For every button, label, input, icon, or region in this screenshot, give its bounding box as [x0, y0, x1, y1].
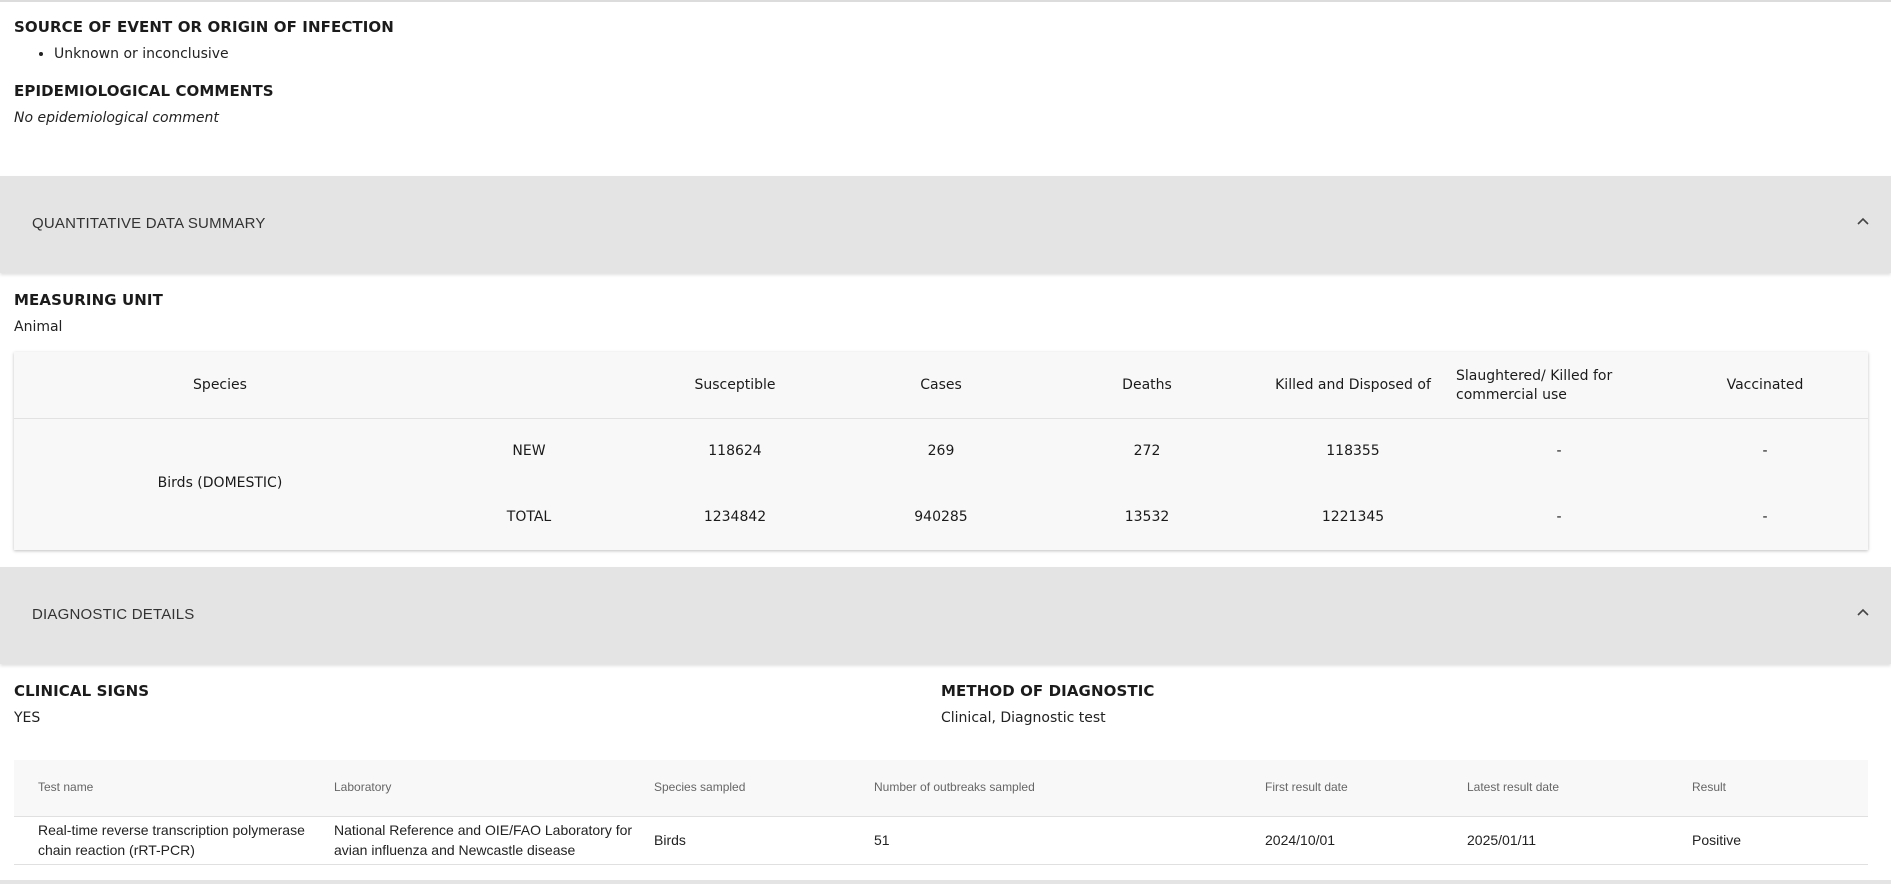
- epi-heading: EPIDEMIOLOGICAL COMMENTS: [14, 82, 274, 100]
- measuring-unit-heading: MEASURING UNIT: [14, 291, 163, 309]
- cell-species: Birds: [654, 832, 686, 848]
- diagnostic-table: Test name Laboratory Species sampled Num…: [14, 760, 1868, 865]
- clinical-signs-heading: CLINICAL SIGNS: [14, 682, 150, 700]
- row-divider: [14, 864, 1868, 865]
- cell-outbreaks: 51: [874, 832, 890, 848]
- new-vaccinated: -: [1762, 443, 1768, 459]
- species-cell: Birds (DOMESTIC): [157, 475, 283, 491]
- new-susceptible: 118624: [708, 443, 762, 459]
- col-susceptible: Susceptible: [694, 377, 776, 393]
- cell-test-name: Real-time reverse transcription polymera…: [38, 822, 305, 858]
- col-vaccinated: Vaccinated: [1726, 377, 1804, 393]
- col-test-name: Test name: [38, 780, 94, 794]
- col-species-sampled: Species sampled: [654, 780, 746, 794]
- total-cases: 940285: [914, 509, 968, 525]
- new-deaths: 272: [1133, 443, 1161, 459]
- bottom-divider: [0, 880, 1891, 884]
- row-label-total: TOTAL: [506, 509, 552, 525]
- chevron-up-icon[interactable]: [1855, 214, 1871, 230]
- col-deaths: Deaths: [1122, 377, 1172, 393]
- source-list: Unknown or inconclusive: [34, 46, 229, 62]
- top-divider: [0, 0, 1891, 2]
- col-first-date: First result date: [1265, 780, 1348, 794]
- measuring-unit-value: Animal: [14, 319, 63, 335]
- new-killed: 118355: [1326, 443, 1380, 459]
- cell-laboratory: National Reference and OIE/FAO Laborator…: [334, 822, 633, 858]
- total-vaccinated: -: [1762, 509, 1768, 525]
- method-value: Clinical, Diagnostic test: [941, 710, 1106, 726]
- chevron-up-icon[interactable]: [1855, 605, 1871, 621]
- table-divider: [14, 418, 1868, 419]
- total-killed: 1221345: [1321, 509, 1385, 525]
- col-cases: Cases: [920, 377, 962, 393]
- diagnostic-title: DIAGNOSTIC DETAILS: [32, 606, 195, 623]
- clinical-signs-value: YES: [14, 710, 41, 726]
- row-label-new: NEW: [512, 443, 546, 459]
- cell-first-date: 2024/10/01: [1265, 832, 1336, 848]
- cell-result: Positive: [1692, 832, 1742, 848]
- source-item: Unknown or inconclusive: [54, 46, 229, 62]
- col-killed: Killed and Disposed of: [1275, 377, 1431, 393]
- col-latest-date: Latest result date: [1467, 780, 1560, 794]
- epi-text: No epidemiological comment: [14, 110, 219, 126]
- diagnostic-accordion-header[interactable]: DIAGNOSTIC DETAILS: [0, 567, 1891, 664]
- col-result: Result: [1692, 780, 1727, 794]
- quantitative-accordion-header[interactable]: QUANTITATIVE DATA SUMMARY: [0, 176, 1891, 273]
- total-susceptible: 1234842: [703, 509, 767, 525]
- col-species: Species: [193, 377, 247, 393]
- method-heading: METHOD OF DIAGNOSTIC: [941, 682, 1155, 700]
- col-outbreaks: Number of outbreaks sampled: [874, 780, 1035, 794]
- new-slaughtered: -: [1556, 443, 1562, 459]
- new-cases: 269: [927, 443, 955, 459]
- quantitative-title: QUANTITATIVE DATA SUMMARY: [32, 215, 266, 232]
- source-heading: SOURCE OF EVENT OR ORIGIN OF INFECTION: [14, 18, 394, 36]
- total-slaughtered: -: [1556, 509, 1562, 525]
- col-laboratory: Laboratory: [334, 780, 392, 794]
- cell-latest-date: 2025/01/11: [1467, 832, 1537, 848]
- col-slaughtered: Slaughtered/ Killed for commercial use: [1456, 368, 1613, 403]
- quantitative-table: Species Susceptible Cases Deaths Killed …: [14, 352, 1868, 550]
- header-divider: [14, 816, 1868, 817]
- total-deaths: 13532: [1124, 509, 1170, 525]
